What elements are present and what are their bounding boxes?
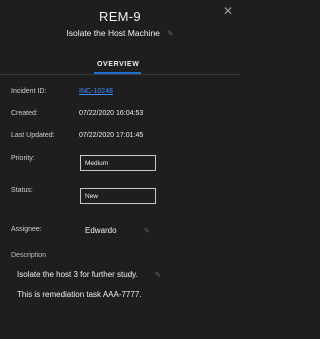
incident-id-label: Incident ID: [11, 88, 47, 95]
last-updated-value: 07/22/2020 17:01:45 [79, 132, 144, 139]
description-label: Description [11, 252, 47, 259]
edit-title-pencil-icon[interactable]: ✎ [167, 29, 174, 38]
record-id: REM-9 [99, 9, 141, 24]
description-line: This is remediation task AAA-7777. [17, 290, 142, 299]
page-title-row: Isolate the Host Machine ✎ [0, 28, 240, 38]
assignee-label: Assignee: [11, 226, 42, 233]
status-select[interactable]: New [80, 188, 156, 204]
edit-description-pencil-icon[interactable]: ✎ [155, 271, 161, 279]
tabs-divider [0, 74, 240, 75]
priority-label: Priority: [11, 155, 35, 162]
edit-assignee-pencil-icon[interactable]: ✎ [144, 227, 150, 235]
created-value: 07/22/2020 16:04:53 [79, 110, 144, 117]
page-title: Isolate the Host Machine [66, 28, 160, 38]
status-label: Status: [11, 187, 33, 194]
description-line: Isolate the host 3 for further study. [17, 270, 138, 279]
tab-overview[interactable]: OVERVIEW [97, 61, 139, 68]
created-label: Created: [11, 110, 38, 117]
priority-select[interactable]: Medium [80, 155, 156, 171]
assignee-value: Edwardo [85, 226, 117, 235]
incident-id-link[interactable]: INC-10248 [79, 88, 113, 95]
last-updated-label: Last Updated: [11, 132, 55, 139]
